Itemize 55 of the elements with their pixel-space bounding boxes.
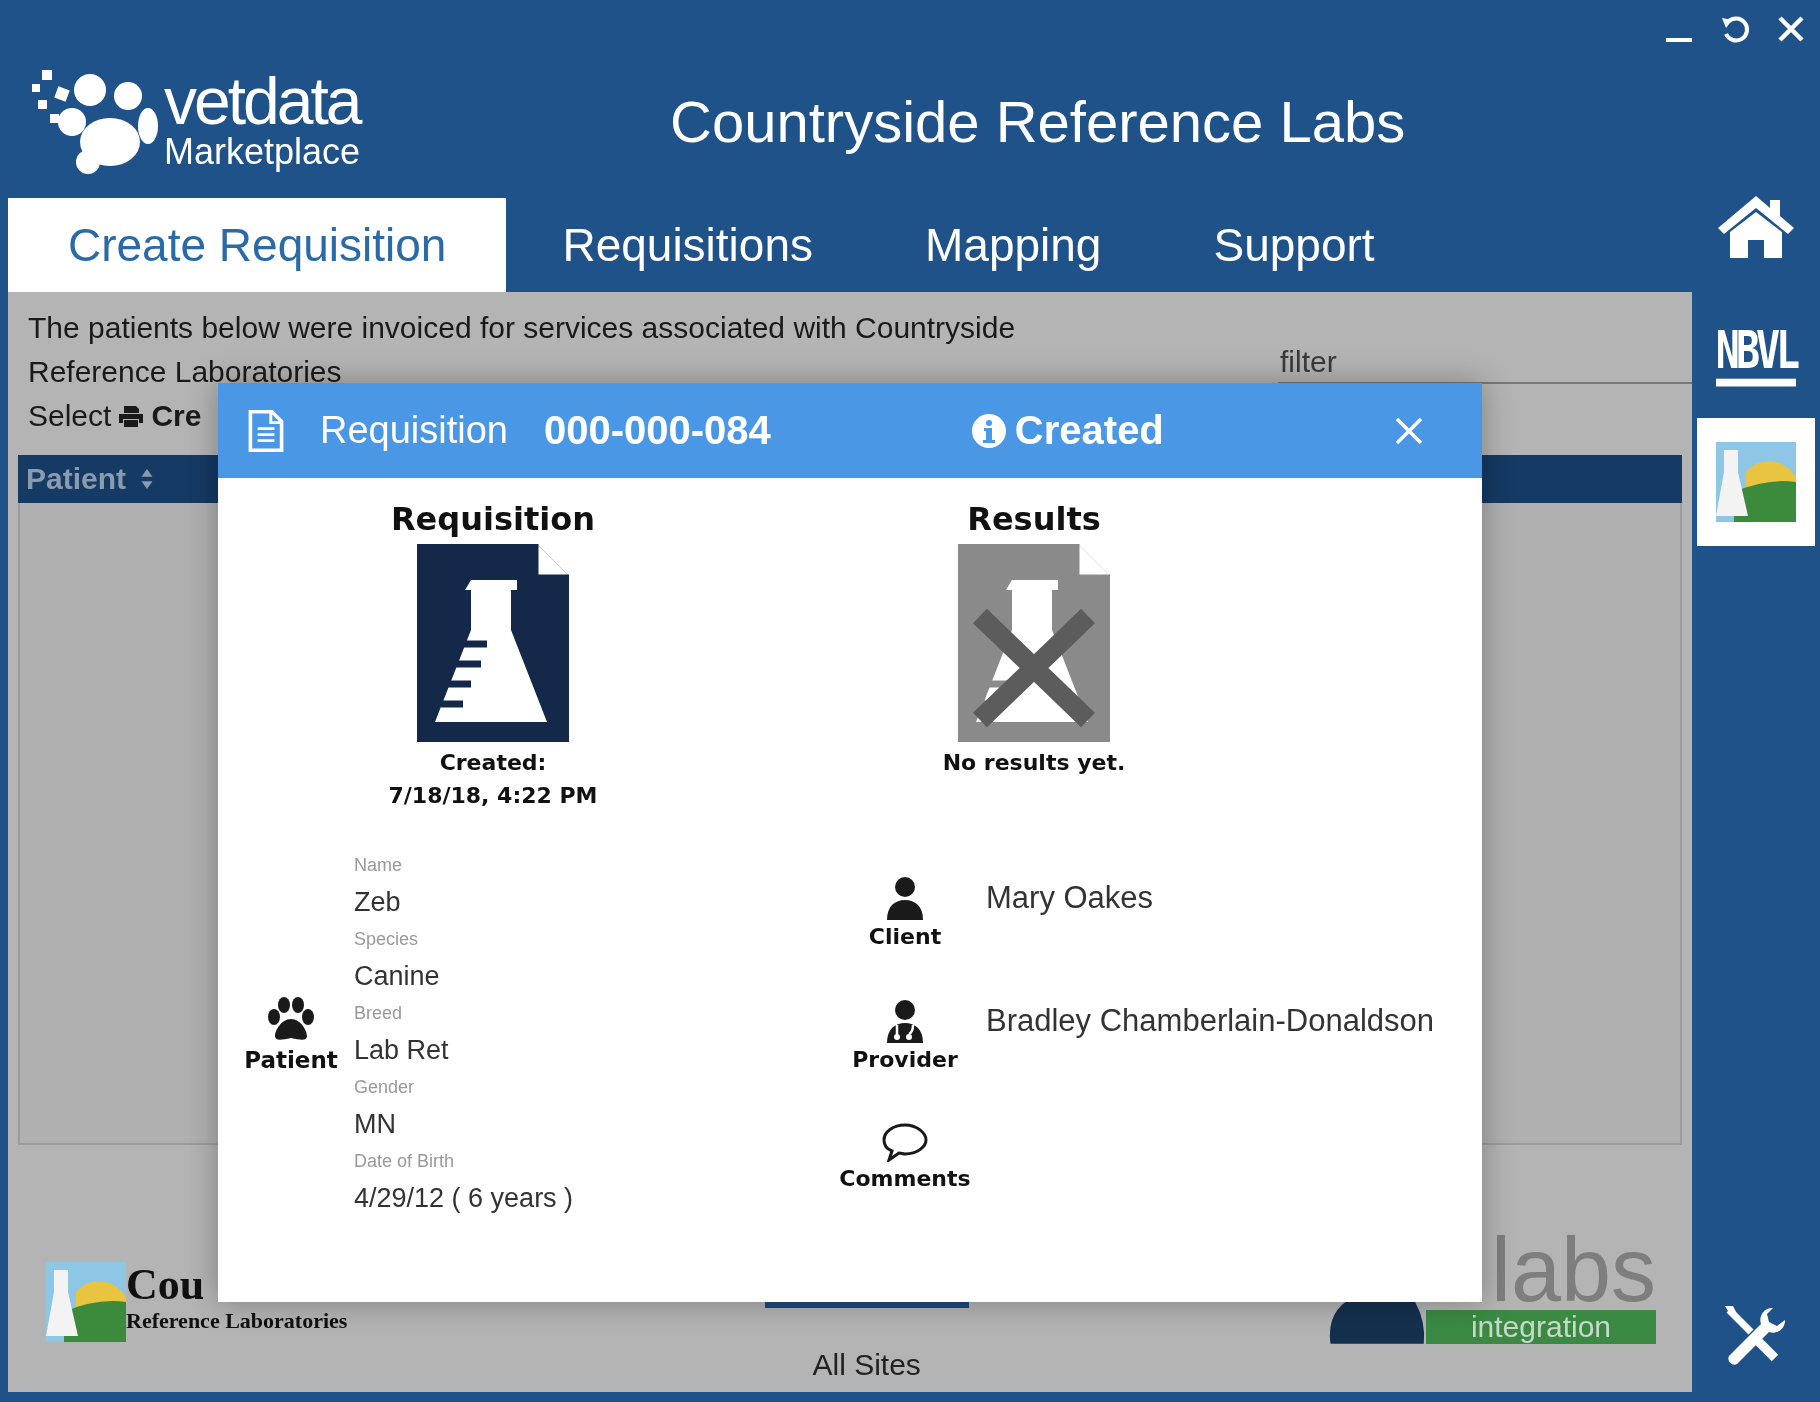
lab-button[interactable] (1697, 418, 1815, 546)
person-role: Provider (852, 1047, 958, 1072)
column-header[interactable]: Patient (18, 462, 155, 496)
field-label: Date of Birth (354, 1150, 456, 1173)
document-icon (248, 408, 284, 453)
requisition-heading: Requisition (390, 500, 595, 538)
person-name: Mary Oakes (986, 879, 1154, 916)
nav-tab[interactable]: Support (1157, 198, 1431, 292)
doctor-icon (885, 999, 925, 1043)
create-link[interactable]: Cre (151, 394, 202, 438)
dialog-title: Requisition (320, 409, 508, 452)
site-label: All Sites (812, 1348, 921, 1382)
info-icon (970, 412, 1007, 449)
integration-logo-subtitle: integration (1426, 1310, 1656, 1344)
field-label: Species (354, 928, 420, 951)
person-name: Bradley Chamberlain-Donaldson (986, 1002, 1435, 1039)
printer-icon (117, 404, 146, 428)
lab-logo-icon (46, 1262, 126, 1342)
select-text: Select (28, 398, 112, 434)
nav-tab[interactable]: Requisitions (506, 198, 869, 292)
created-date: 7/18/18, 4:22 PM (388, 783, 598, 808)
logo-subtitle: Marketplace (164, 132, 361, 172)
nbvl-button[interactable]: NBVL (1697, 290, 1815, 418)
field-value: Lab Ret (354, 1034, 450, 1067)
person-role: Comments (839, 1166, 971, 1191)
status-text: Created (1014, 408, 1164, 453)
close-icon[interactable] (1776, 14, 1806, 44)
field-label: Gender (354, 1076, 416, 1099)
created-label: Created: (439, 750, 547, 775)
lab-logo-name: Cou (126, 1262, 206, 1308)
results-heading: Results (967, 500, 1101, 538)
home-icon (1716, 194, 1796, 258)
speech-bubble-icon (880, 1122, 930, 1162)
patient-label: Patient (244, 1047, 338, 1073)
logo-name: vetdata (164, 70, 361, 132)
requisition-number: 000-000-084 (544, 408, 771, 453)
paw-icon (266, 997, 316, 1041)
person-icon (885, 876, 925, 920)
nav-tab[interactable]: Mapping (869, 198, 1158, 292)
intro-text: Reference Laboratories (28, 354, 343, 390)
flask-document-icon (417, 544, 569, 742)
lab-logo-icon (1716, 442, 1796, 522)
field-label: Breed (354, 1002, 404, 1025)
nav-tab[interactable]: Create Requisition (8, 198, 507, 292)
intro-text: The patients below were invoiced for services associated with Countryside (28, 310, 1017, 346)
field-label: Name (354, 854, 403, 877)
person-role: Client (868, 924, 942, 949)
field-value: 4/29/12 ( 6 years ) (354, 1182, 574, 1215)
app-title: Countryside Reference Labs (670, 87, 1406, 155)
restore-icon[interactable] (1720, 14, 1750, 44)
field-value: MN (354, 1108, 397, 1141)
lab-logo-subtitle: Reference Laboratories (126, 1308, 348, 1334)
field-value: Canine (354, 960, 441, 993)
results-message: No results yet. (942, 750, 1126, 775)
field-value: Zeb (354, 886, 402, 919)
